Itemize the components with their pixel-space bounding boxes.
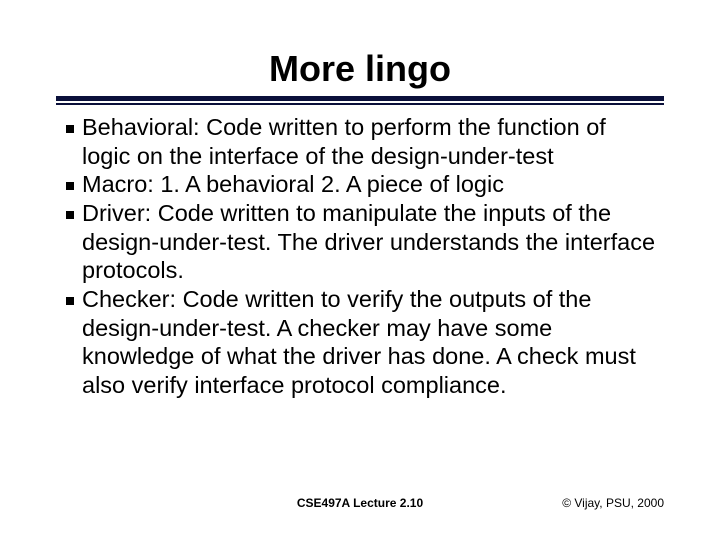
page-title: More lingo <box>56 48 664 90</box>
bullet-text: Behavioral: Code written to perform the … <box>82 113 660 170</box>
square-bullet-icon <box>66 211 74 219</box>
list-item: Driver: Code written to manipulate the i… <box>60 199 660 285</box>
content: Behavioral: Code written to perform the … <box>56 113 664 400</box>
list-item: Checker: Code written to verify the outp… <box>60 285 660 400</box>
bullet-text: Driver: Code written to manipulate the i… <box>82 199 660 285</box>
bullet-text: Checker: Code written to verify the outp… <box>82 285 660 400</box>
square-bullet-icon <box>66 182 74 190</box>
footer-copyright: © Vijay, PSU, 2000 <box>562 496 664 510</box>
square-bullet-icon <box>66 297 74 305</box>
slide: More lingo Behavioral: Code written to p… <box>0 0 720 540</box>
bullet-text: Macro: 1. A behavioral 2. A piece of log… <box>82 170 504 199</box>
square-bullet-icon <box>66 125 74 133</box>
list-item: Behavioral: Code written to perform the … <box>60 113 660 170</box>
list-item: Macro: 1. A behavioral 2. A piece of log… <box>60 170 660 199</box>
divider-thin <box>56 103 664 105</box>
divider-thick <box>56 96 664 101</box>
bullet-list: Behavioral: Code written to perform the … <box>60 113 660 400</box>
